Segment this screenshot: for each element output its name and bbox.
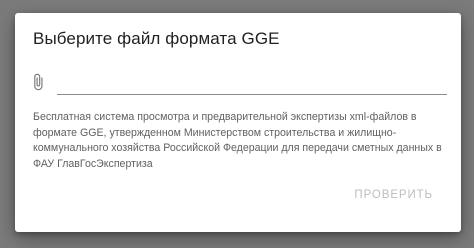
check-button[interactable]: ПРОВЕРИТЬ [348,185,439,205]
description-text: Бесплатная система просмотра и предварит… [33,111,442,170]
paperclip-icon[interactable] [29,72,47,92]
dialog-title: Выберите файл формата GGE [33,29,280,48]
file-select-dialog: Выберите файл формата GGE Бесплатная сис… [15,13,461,232]
file-input-row [29,68,447,98]
file-input[interactable] [57,68,447,95]
